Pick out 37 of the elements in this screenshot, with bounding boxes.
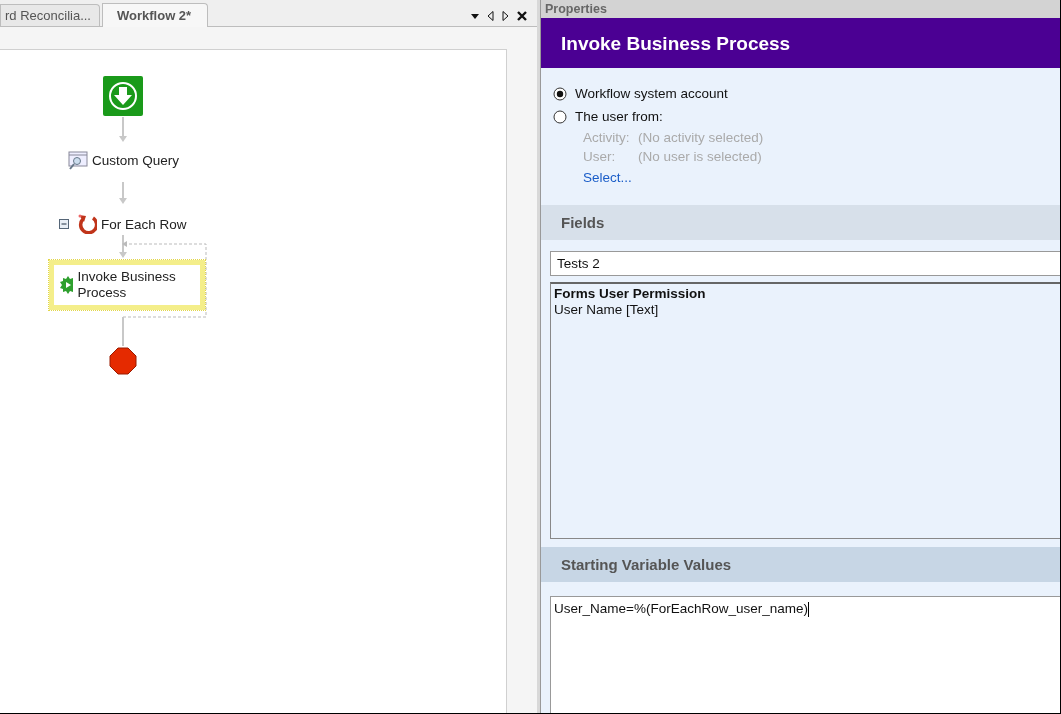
select-link[interactable]: Select... [583,170,1048,185]
radio-option[interactable]: The user from: [553,109,1048,124]
detail-value: (No user is selected) [638,149,763,164]
field-item: User Name [Text] [554,302,660,318]
fields-list[interactable]: Forms User Permission User Name [Text] [550,282,1060,539]
detail-value: (No activity selected) [638,130,765,145]
variables-field[interactable]: User_Name=%(ForEachRow_user_name) [550,596,1060,713]
radio-option[interactable]: Workflow system account [553,86,1048,101]
form-heading: Forms User Permission [554,286,707,302]
dropdown-icon[interactable] [471,13,479,19]
process-field[interactable]: Tests 2 [550,251,1060,276]
collapse-icon[interactable] [59,219,69,229]
connector [119,116,127,142]
stop-icon[interactable] [109,347,137,375]
panel-title: Properties [540,0,1060,18]
query-icon [68,151,88,170]
scroll-left-icon[interactable] [487,11,494,21]
detail-label: Activity: [583,130,631,145]
gear-icon [58,275,74,295]
activity-node[interactable]: Invoke Business Process [49,260,205,310]
connector [119,181,127,204]
connector [119,234,127,258]
activity-label[interactable]: For Each Row [101,216,187,232]
radio-icon[interactable] [553,86,567,101]
detail-label: User: [583,149,617,164]
section-header: Fields [541,205,1060,240]
document-tab[interactable]: rd Reconcilia... [0,4,100,26]
radio-icon[interactable] [553,109,567,124]
activity-label[interactable]: Custom Query [92,153,180,168]
section-header: Starting Variable Values [541,547,1060,582]
start-icon[interactable] [103,76,143,116]
document-tab[interactable]: Workflow 2* [102,3,209,27]
loop-icon [77,214,97,234]
close-icon[interactable] [517,11,527,21]
properties-header: Invoke Business Process [540,18,1060,68]
scroll-right-icon[interactable] [502,11,509,21]
connector [122,316,124,347]
